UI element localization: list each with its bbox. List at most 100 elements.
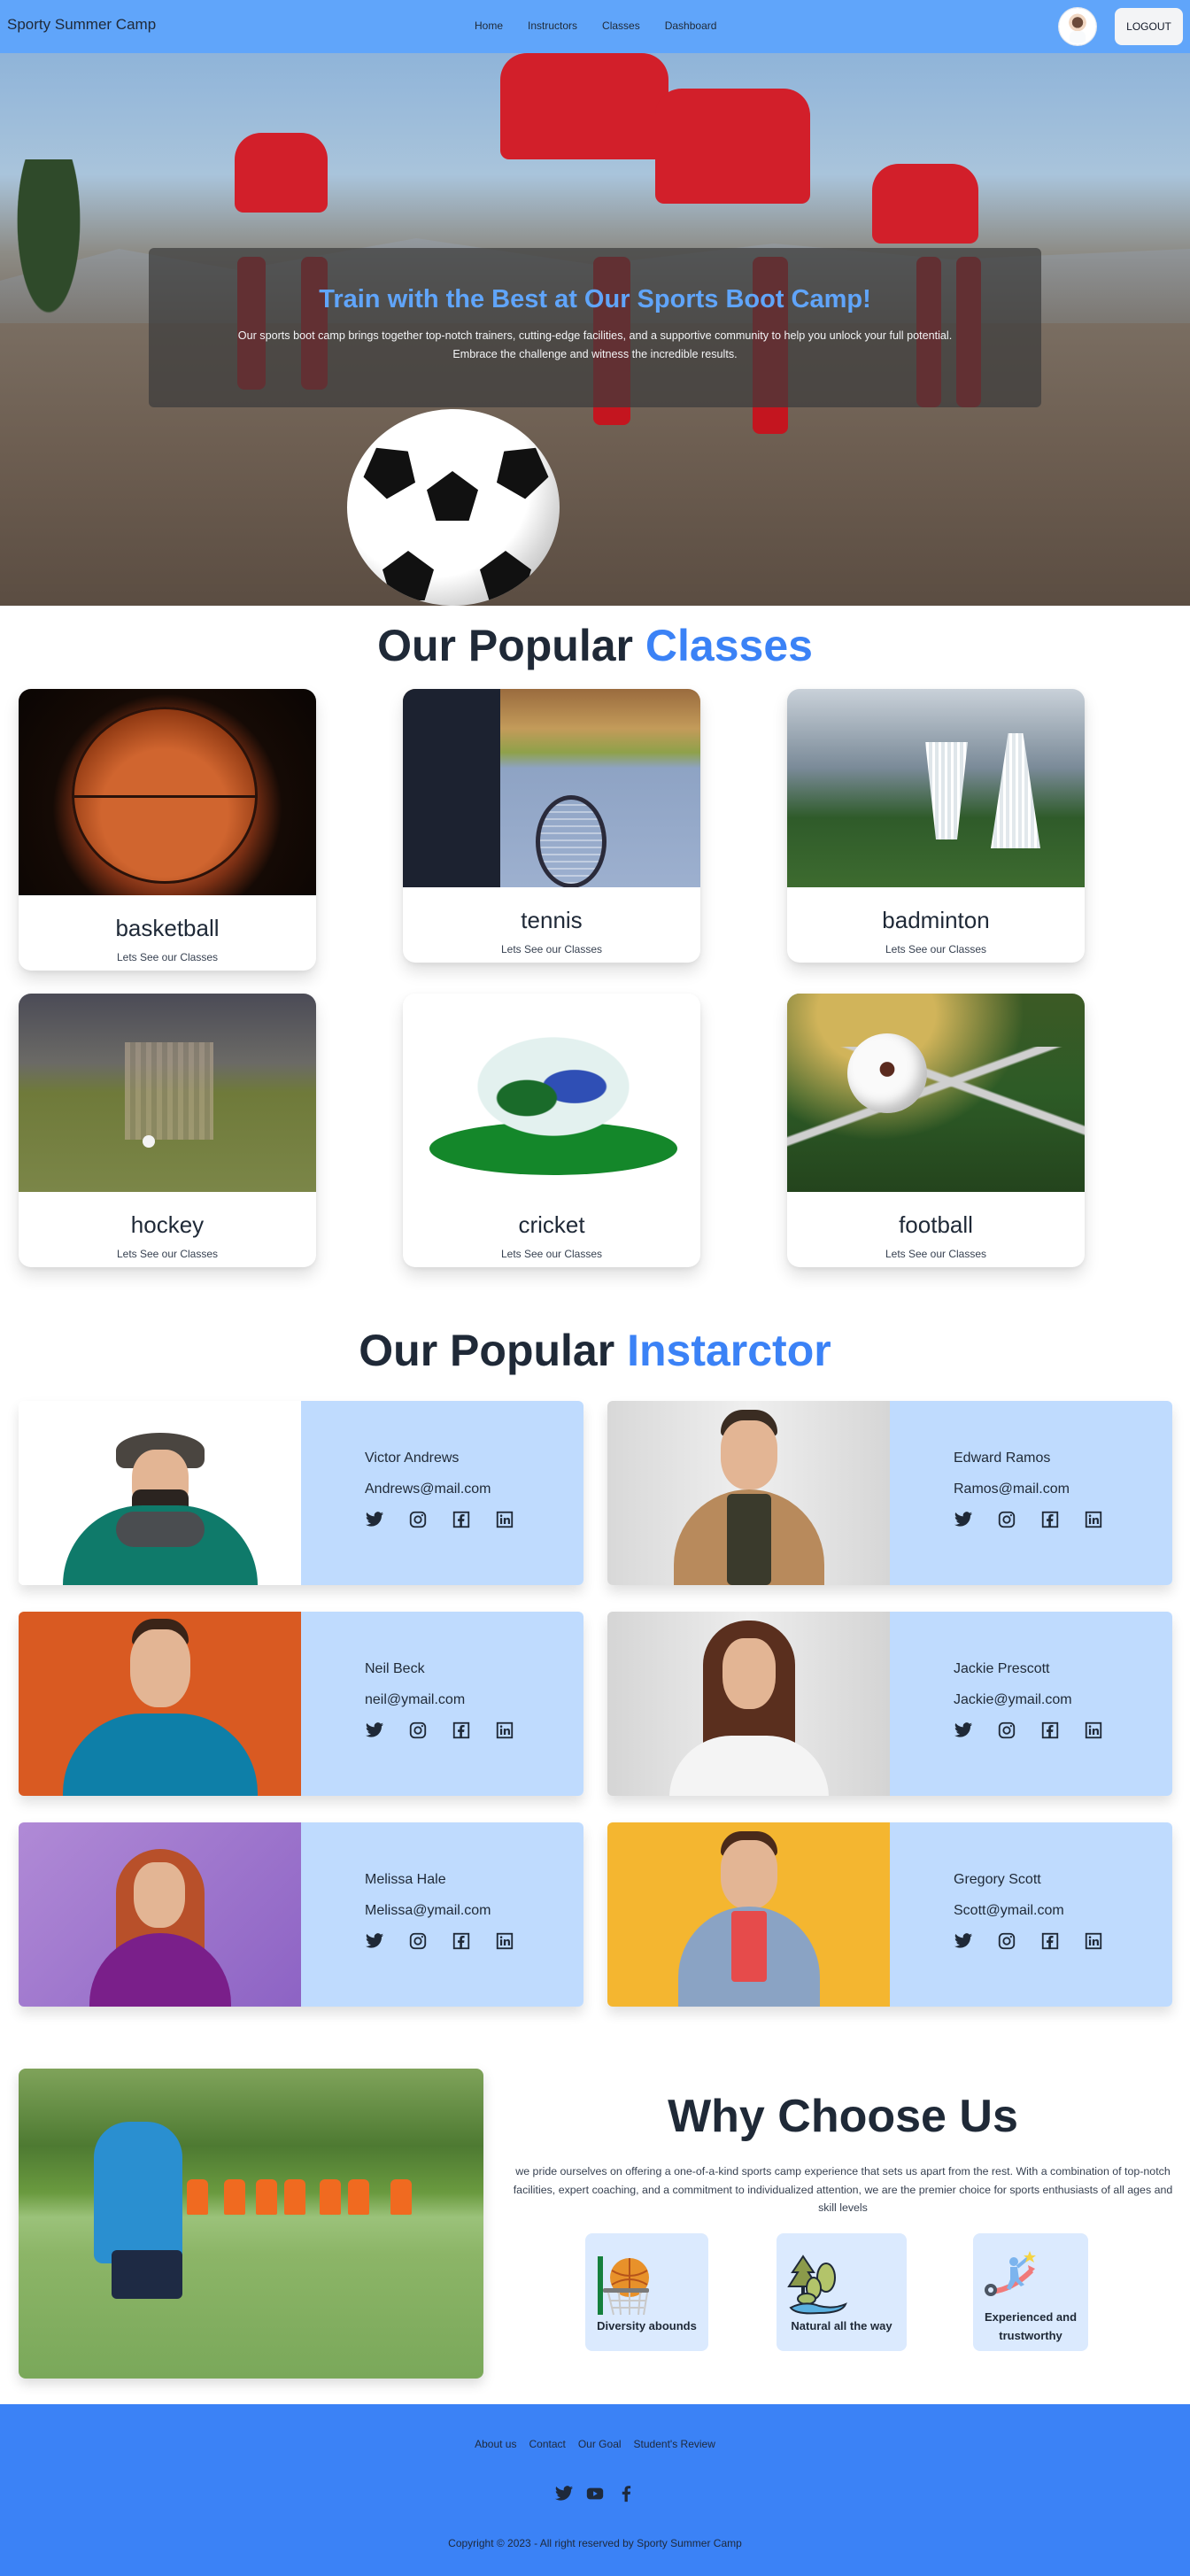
coach-training-image	[19, 2069, 483, 2379]
instructor-photo	[19, 1612, 301, 1796]
facebook-icon[interactable]	[1040, 1510, 1060, 1529]
instagram-icon[interactable]	[408, 1931, 428, 1951]
why-choose-us-text: we pride ourselves on offering a one-of-…	[513, 2165, 1173, 2214]
instructor-social-links	[365, 1510, 583, 1529]
instagram-icon[interactable]	[408, 1721, 428, 1740]
instructor-email[interactable]: Scott@ymail.com	[954, 1903, 1172, 1919]
user-avatar[interactable]	[1059, 8, 1096, 45]
twitter-icon[interactable]	[954, 1510, 973, 1529]
youtube-icon[interactable]	[585, 2484, 605, 2503]
instructor-card: Melissa Hale Melissa@ymail.com	[19, 1822, 583, 2007]
instructor-email[interactable]: Ramos@mail.com	[954, 1481, 1172, 1497]
twitter-icon[interactable]	[365, 1721, 384, 1740]
hero-kid-jersey	[235, 133, 328, 213]
photo-player	[320, 2179, 341, 2215]
facebook-icon[interactable]	[616, 2484, 636, 2503]
linkedin-icon[interactable]	[495, 1510, 514, 1529]
instructor-social-links	[365, 1721, 583, 1740]
instructors-heading-prefix: Our Popular	[359, 1326, 615, 1375]
hero-description: Our sports boot camp brings together top…	[149, 327, 1041, 364]
twitter-icon[interactable]	[954, 1931, 973, 1951]
facebook-icon[interactable]	[452, 1931, 471, 1951]
facebook-icon[interactable]	[452, 1721, 471, 1740]
instructor-card: Edward Ramos Ramos@mail.com	[607, 1401, 1172, 1585]
class-card-basketball[interactable]: basketball Lets See our Classes	[19, 689, 316, 971]
badminton-image	[787, 689, 1085, 887]
linkedin-icon[interactable]	[495, 1931, 514, 1951]
twitter-icon[interactable]	[954, 1721, 973, 1740]
nav-link-dashboard[interactable]: Dashboard	[665, 19, 717, 32]
navbar: Sporty Summer Camp Home Instructors Clas…	[0, 0, 1190, 53]
photo-body	[669, 1736, 829, 1796]
class-card-football[interactable]: football Lets See our Classes	[787, 994, 1085, 1267]
class-card-badminton[interactable]: badminton Lets See our Classes	[787, 689, 1085, 963]
twitter-icon[interactable]	[365, 1931, 384, 1951]
class-subtitle-link[interactable]: Lets See our Classes	[403, 1248, 700, 1260]
nav-link-home[interactable]: Home	[475, 19, 503, 32]
classes-heading: Our Popular Classes	[0, 620, 1190, 671]
classes-heading-prefix: Our Popular	[377, 621, 633, 670]
photo-shirt	[727, 1494, 771, 1585]
photo-player	[284, 2179, 305, 2215]
instagram-icon[interactable]	[997, 1721, 1016, 1740]
basketball-hoop-icon	[598, 2256, 649, 2316]
facebook-icon[interactable]	[452, 1510, 471, 1529]
footer-social-links	[0, 2484, 1190, 2503]
instructor-email[interactable]: neil@ymail.com	[365, 1692, 583, 1708]
class-card-cricket[interactable]: cricket Lets See our Classes	[403, 994, 700, 1267]
twitter-icon[interactable]	[365, 1510, 384, 1529]
footer-link-contact[interactable]: Contact	[529, 2438, 565, 2450]
instagram-icon[interactable]	[408, 1510, 428, 1529]
instagram-icon[interactable]	[997, 1931, 1016, 1951]
photo-player	[224, 2179, 245, 2215]
instructor-social-links	[954, 1931, 1172, 1951]
instructor-info: Victor Andrews Andrews@mail.com	[301, 1401, 583, 1585]
instructor-email[interactable]: Jackie@ymail.com	[954, 1692, 1172, 1708]
facebook-icon[interactable]	[1040, 1931, 1060, 1951]
feature-label-line1: Experienced and	[984, 2310, 1078, 2324]
instagram-icon[interactable]	[997, 1510, 1016, 1529]
footer-link-about[interactable]: About us	[475, 2438, 516, 2450]
photo-coach	[94, 2122, 182, 2263]
footer-link-our-goal[interactable]: Our Goal	[578, 2438, 622, 2450]
linkedin-icon[interactable]	[1084, 1510, 1103, 1529]
footer-link-student-review[interactable]: Student's Review	[634, 2438, 715, 2450]
class-subtitle-link[interactable]: Lets See our Classes	[19, 951, 316, 963]
feature-card-diversity: Diversity abounds	[585, 2233, 708, 2351]
classes-heading-accent: Classes	[645, 621, 813, 670]
feature-card-nature: Natural all the way	[777, 2233, 907, 2351]
feature-label: Diversity abounds	[597, 2319, 697, 2332]
instructor-photo	[607, 1401, 890, 1585]
linkedin-icon[interactable]	[1084, 1931, 1103, 1951]
instructor-card: Gregory Scott Scott@ymail.com	[607, 1822, 1172, 2007]
photo-coach-shorts	[112, 2250, 182, 2299]
instructor-email[interactable]: Melissa@ymail.com	[365, 1903, 583, 1919]
instructor-social-links	[954, 1721, 1172, 1740]
linkedin-icon[interactable]	[1084, 1721, 1103, 1740]
nav-link-instructors[interactable]: Instructors	[528, 19, 577, 32]
class-subtitle-link[interactable]: Lets See our Classes	[403, 943, 700, 955]
instructor-photo	[607, 1822, 890, 2007]
nav-link-classes[interactable]: Classes	[602, 19, 640, 32]
facebook-icon[interactable]	[1040, 1721, 1060, 1740]
instructor-social-links	[954, 1510, 1172, 1529]
photo-body	[63, 1713, 258, 1796]
hero-kid-jersey	[500, 53, 668, 159]
class-subtitle-link[interactable]: Lets See our Classes	[787, 1248, 1085, 1260]
logout-button[interactable]: LOGOUT	[1115, 8, 1183, 45]
twitter-icon[interactable]	[554, 2484, 574, 2503]
instructor-info: Jackie Prescott Jackie@ymail.com	[890, 1612, 1172, 1796]
instructor-email[interactable]: Andrews@mail.com	[365, 1481, 583, 1497]
linkedin-icon[interactable]	[495, 1721, 514, 1740]
brand-logo-text[interactable]: Sporty Summer Camp	[7, 16, 156, 34]
copyright-text: Copyright © 2023 - All right reserved by…	[448, 2537, 742, 2549]
class-card-hockey[interactable]: hockey Lets See our Classes	[19, 994, 316, 1267]
photo-player	[187, 2179, 208, 2215]
class-subtitle-link[interactable]: Lets See our Classes	[787, 943, 1085, 955]
class-name: tennis	[521, 907, 583, 933]
class-subtitle-link[interactable]: Lets See our Classes	[19, 1248, 316, 1260]
nature-trees-icon	[787, 2255, 847, 2315]
hero-banner: Train with the Best at Our Sports Boot C…	[0, 53, 1190, 606]
class-card-tennis[interactable]: tennis Lets See our Classes	[403, 689, 700, 963]
instructor-info: Neil Beck neil@ymail.com	[301, 1612, 583, 1796]
